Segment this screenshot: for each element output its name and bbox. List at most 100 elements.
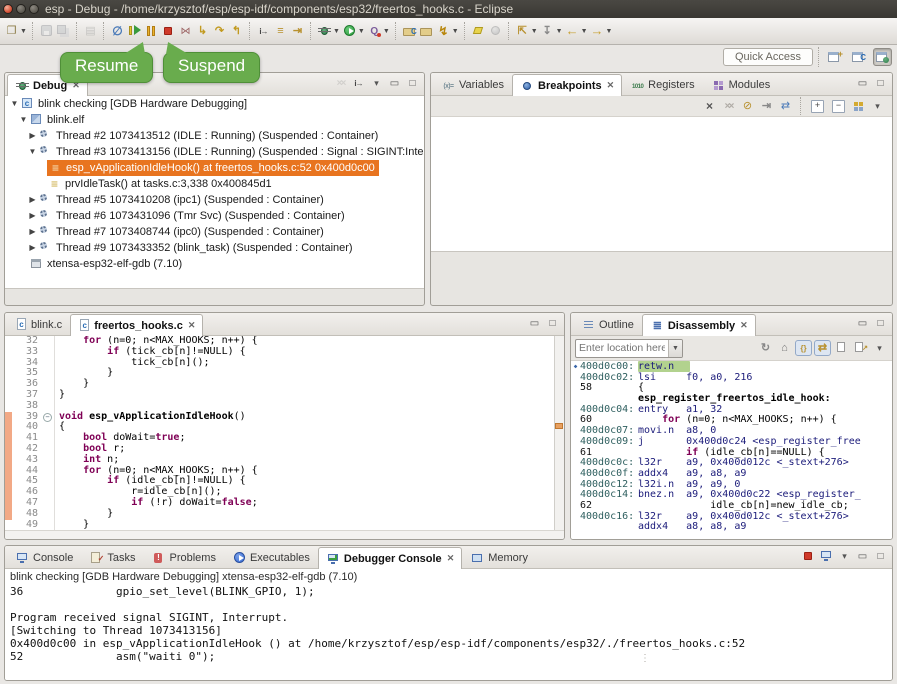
dropdown-arrow-icon[interactable]: ▼ <box>383 28 390 35</box>
remove-all-terminated-button[interactable] <box>332 75 349 91</box>
tree-item[interactable]: ▼blink.elf <box>5 112 424 128</box>
sync-with-active-debug-context-button[interactable] <box>814 340 831 356</box>
minimize-button[interactable] <box>386 75 403 91</box>
tab-console[interactable]: Console <box>7 547 81 568</box>
show-breakpoints-supported-button[interactable] <box>739 98 756 114</box>
tree-item[interactable]: ▶Thread #6 1073431096 (Tmr Svc) (Suspend… <box>5 208 424 224</box>
maximize-button[interactable] <box>872 315 889 331</box>
debug-button[interactable]: ▼ <box>316 23 341 39</box>
remove-selected-breakpoints-button[interactable] <box>701 98 718 114</box>
tab-registers[interactable]: Registers <box>622 74 702 95</box>
tab-blink-c[interactable]: blink.c <box>7 314 70 335</box>
console-output[interactable]: blink checking [GDB Hardware Debugging] … <box>5 569 892 681</box>
tree-item[interactable]: ▼blink checking [GDB Hardware Debugging] <box>5 96 424 112</box>
resize-grip[interactable]: ⋮ <box>640 657 650 661</box>
tab-modules[interactable]: Modules <box>703 74 779 95</box>
group-by-button[interactable] <box>850 98 867 114</box>
maximize-button[interactable] <box>872 75 889 91</box>
profile-button[interactable]: ▼ <box>366 23 391 39</box>
terminate-button[interactable] <box>800 548 817 564</box>
tree-item[interactable]: xtensa-esp32-elf-gdb (7.10) <box>5 256 424 272</box>
flash-button[interactable]: ▼ <box>435 23 460 39</box>
display-selected-console-button[interactable] <box>818 548 835 564</box>
toggle-mark-occurrences-button[interactable] <box>470 23 487 39</box>
open-project-button[interactable] <box>418 23 435 39</box>
location-input[interactable] <box>576 342 668 354</box>
minimize-button[interactable] <box>854 548 871 564</box>
last-edit-location-button[interactable]: ▼ <box>514 23 539 39</box>
window-maximize-button[interactable] <box>29 4 39 14</box>
minimize-button[interactable] <box>854 75 871 91</box>
tab-executables[interactable]: Executables <box>224 547 318 568</box>
close-icon[interactable]: ✕ <box>188 320 196 331</box>
dropdown-arrow-icon[interactable]: ▼ <box>452 28 459 35</box>
window-minimize-button[interactable] <box>16 4 26 14</box>
new-button[interactable]: ▼ <box>3 23 28 39</box>
suspend-button[interactable] <box>143 23 160 39</box>
close-icon[interactable]: ✕ <box>740 320 748 331</box>
go-to-file-for-breakpoint-button[interactable] <box>758 98 775 114</box>
collapse-all-button[interactable] <box>829 98 848 115</box>
maximize-button[interactable] <box>404 75 421 91</box>
tab-disassembly[interactable]: Disassembly✕ <box>642 314 756 336</box>
minimize-button[interactable] <box>526 315 543 331</box>
horizontal-scrollbar[interactable] <box>5 530 564 540</box>
instruction-stepping-button[interactable] <box>255 23 272 39</box>
next-annotation-button[interactable]: ▼ <box>539 23 564 39</box>
tree-expander-icon[interactable]: ▶ <box>27 192 38 208</box>
maximize-button[interactable] <box>544 315 561 331</box>
tree-expander-icon[interactable]: ▶ <box>27 240 38 256</box>
disassembly-listing[interactable]: ◆400d0c00:retw.n400d0c02:lsi f0, a0, 216… <box>571 361 892 540</box>
dropdown-arrow-icon[interactable]: ▼ <box>581 28 588 35</box>
tree-expander-icon[interactable]: ▼ <box>18 112 29 128</box>
quick-access-button[interactable]: Quick Access <box>723 48 813 66</box>
tab-problems[interactable]: Problems <box>143 547 223 568</box>
minimize-button[interactable] <box>854 315 871 331</box>
tab-breakpoints[interactable]: Breakpoints✕ <box>512 74 622 96</box>
window-close-button[interactable] <box>3 4 13 14</box>
debug-perspective-button[interactable] <box>873 48 892 66</box>
pin-to-debug-context-button[interactable] <box>852 340 869 356</box>
fold-collapse-icon[interactable] <box>42 412 55 423</box>
maximize-button[interactable] <box>872 548 889 564</box>
search-button[interactable] <box>487 23 504 39</box>
tab-outline[interactable]: Outline <box>573 314 642 335</box>
code-editor[interactable]: 32 for (n=0; n<MAX_HOOKS; n++) {33 if (t… <box>5 336 564 530</box>
view-menu-button[interactable] <box>871 340 888 356</box>
tab-memory[interactable]: Memory <box>462 547 536 568</box>
disconnect-button[interactable] <box>177 23 194 39</box>
tab-freertos-hooks-c[interactable]: freertos_hooks.c✕ <box>70 314 203 336</box>
step-return-button[interactable] <box>228 23 245 39</box>
instruction-stepping-mode-button[interactable] <box>350 75 367 91</box>
tree-item[interactable]: ▶Thread #9 1073433352 (blink_task) (Susp… <box>5 240 424 256</box>
view-menu-button[interactable] <box>368 75 385 91</box>
show-debug-traces-button[interactable] <box>272 23 289 39</box>
link-with-debug-view-button[interactable] <box>777 98 794 114</box>
dropdown-arrow-icon[interactable]: ▼ <box>358 28 365 35</box>
tree-item[interactable]: prvIdleTask() at tasks.c:3,338 0x400845d… <box>5 176 424 192</box>
tab-debugger-console[interactable]: Debugger Console✕ <box>318 547 462 569</box>
use-step-filters-button[interactable] <box>289 23 306 39</box>
save-button[interactable] <box>38 23 55 39</box>
step-over-button[interactable] <box>211 23 228 39</box>
show-source-button[interactable] <box>795 340 812 356</box>
dropdown-arrow-icon[interactable]: ▼ <box>333 28 340 35</box>
tree-expander-icon[interactable]: ▶ <box>27 128 38 144</box>
breakpoints-list[interactable] <box>431 117 892 252</box>
tree-item[interactable]: ▶Thread #7 1073408744 (ipc0) (Suspended … <box>5 224 424 240</box>
forward-button[interactable]: ▼ <box>589 23 614 39</box>
open-perspective-button[interactable] <box>825 48 844 66</box>
skip-all-breakpoints-button[interactable] <box>109 23 126 39</box>
dropdown-arrow-icon[interactable]: ▼ <box>556 28 563 35</box>
new-c-project-button[interactable] <box>401 23 418 39</box>
save-all-button[interactable] <box>55 23 72 39</box>
dropdown-arrow-icon[interactable]: ▼ <box>606 28 613 35</box>
expand-all-button[interactable] <box>808 98 827 115</box>
run-button[interactable]: ▼ <box>341 23 366 39</box>
tree-expander-icon[interactable]: ▶ <box>27 224 38 240</box>
cpp-perspective-button[interactable] <box>849 48 868 66</box>
back-button[interactable]: ▼ <box>564 23 589 39</box>
overview-ruler[interactable] <box>554 336 564 530</box>
print-button[interactable] <box>82 23 99 39</box>
refresh-view-button[interactable] <box>757 340 774 356</box>
